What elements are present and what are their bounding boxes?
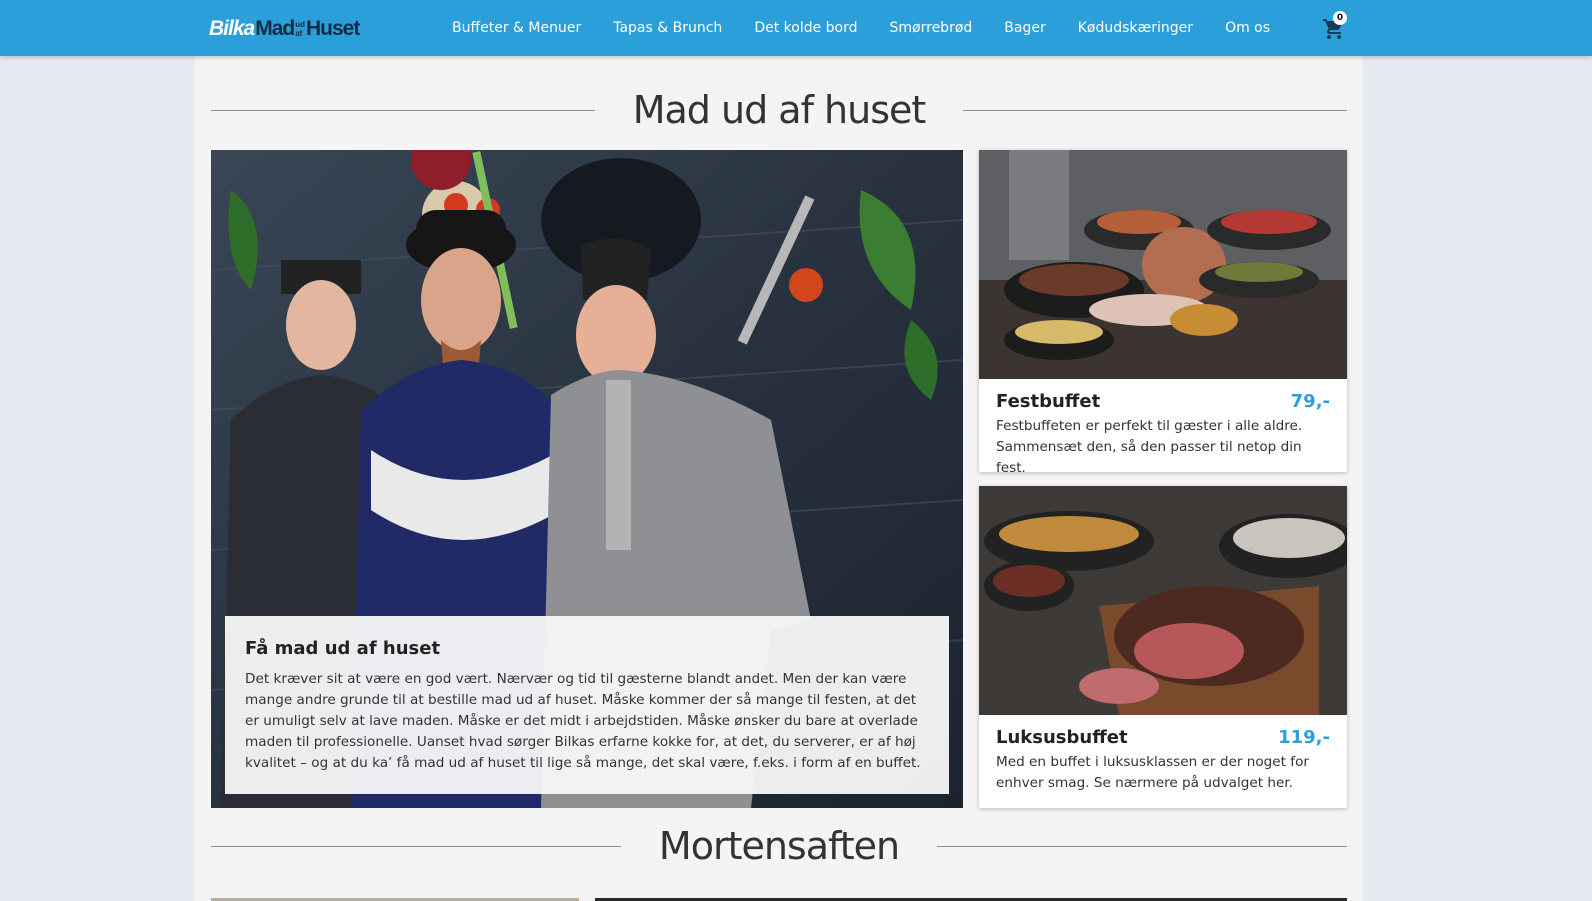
hero-text: Det kræver sit at være en god vært. Nærv… — [245, 671, 921, 771]
product-card-festbuffet[interactable]: Festbuffet 79,- Festbuffeten er perfekt … — [979, 150, 1347, 472]
top-navigation-bar: Bilka Mad ud af Huset Buffeter & Menuer … — [0, 0, 1592, 56]
product-title: Festbuffet — [996, 391, 1101, 412]
product-price: 79,- — [1290, 391, 1330, 412]
product-price: 119,- — [1278, 727, 1330, 748]
logo-text-bilka: Bilka — [209, 17, 255, 40]
luksusbuffet-photo — [979, 486, 1347, 715]
logo-text-ud: ud — [295, 20, 305, 29]
section-heading-mortensaften: Mortensaften — [211, 816, 1347, 876]
heading-divider-right — [937, 845, 1347, 847]
nav-smorrebrod[interactable]: Smørrebrød — [890, 20, 973, 36]
nav-det-kolde-bord[interactable]: Det kolde bord — [754, 20, 857, 36]
hero-info-card: Få mad ud af huset Det kræver sit at vær… — [225, 616, 949, 794]
logo-text-af: af — [295, 29, 303, 38]
hero-title: Få mad ud af huset — [245, 638, 441, 659]
heading-divider-left — [211, 845, 621, 847]
nav-om-os[interactable]: Om os — [1225, 20, 1270, 36]
festbuffet-photo — [979, 150, 1347, 379]
logo-text-mad: Mad — [255, 17, 295, 40]
nav-buffeter-menuer[interactable]: Buffeter & Menuer — [452, 20, 581, 36]
logo-text-ud-af: ud af — [295, 20, 305, 38]
nav-kodudskaeringer[interactable]: Kødudskæringer — [1078, 20, 1193, 36]
main-content: Mad ud af huset Få mad ud af huset Det k… — [195, 56, 1363, 901]
nav-bager[interactable]: Bager — [1004, 20, 1045, 36]
product-description: Med en buffet i luksusklassen er der nog… — [996, 754, 1309, 791]
product-title: Luksusbuffet — [996, 727, 1128, 748]
hero-banner[interactable]: Få mad ud af huset Det kræver sit at vær… — [211, 150, 963, 808]
main-nav: Buffeter & Menuer Tapas & Brunch Det kol… — [452, 0, 1302, 56]
logo-text-huset: Huset — [305, 17, 360, 40]
section-title: Mad ud af huset — [632, 88, 927, 132]
nav-tapas-brunch[interactable]: Tapas & Brunch — [613, 20, 722, 36]
product-card-luksusbuffet[interactable]: Luksusbuffet 119,- Med en buffet i luksu… — [979, 486, 1347, 808]
bilka-mad-ud-af-huset-logo[interactable]: Bilka Mad ud af Huset — [209, 16, 360, 40]
heading-divider-right — [963, 109, 1348, 111]
product-description: Festbuffeten er perfekt til gæster i all… — [996, 418, 1303, 472]
section-heading-mad-ud-af-huset: Mad ud af huset — [211, 80, 1348, 140]
heading-divider-left — [211, 109, 595, 111]
section-title: Mortensaften — [658, 824, 900, 868]
cart-count-badge: 0 — [1333, 11, 1347, 25]
